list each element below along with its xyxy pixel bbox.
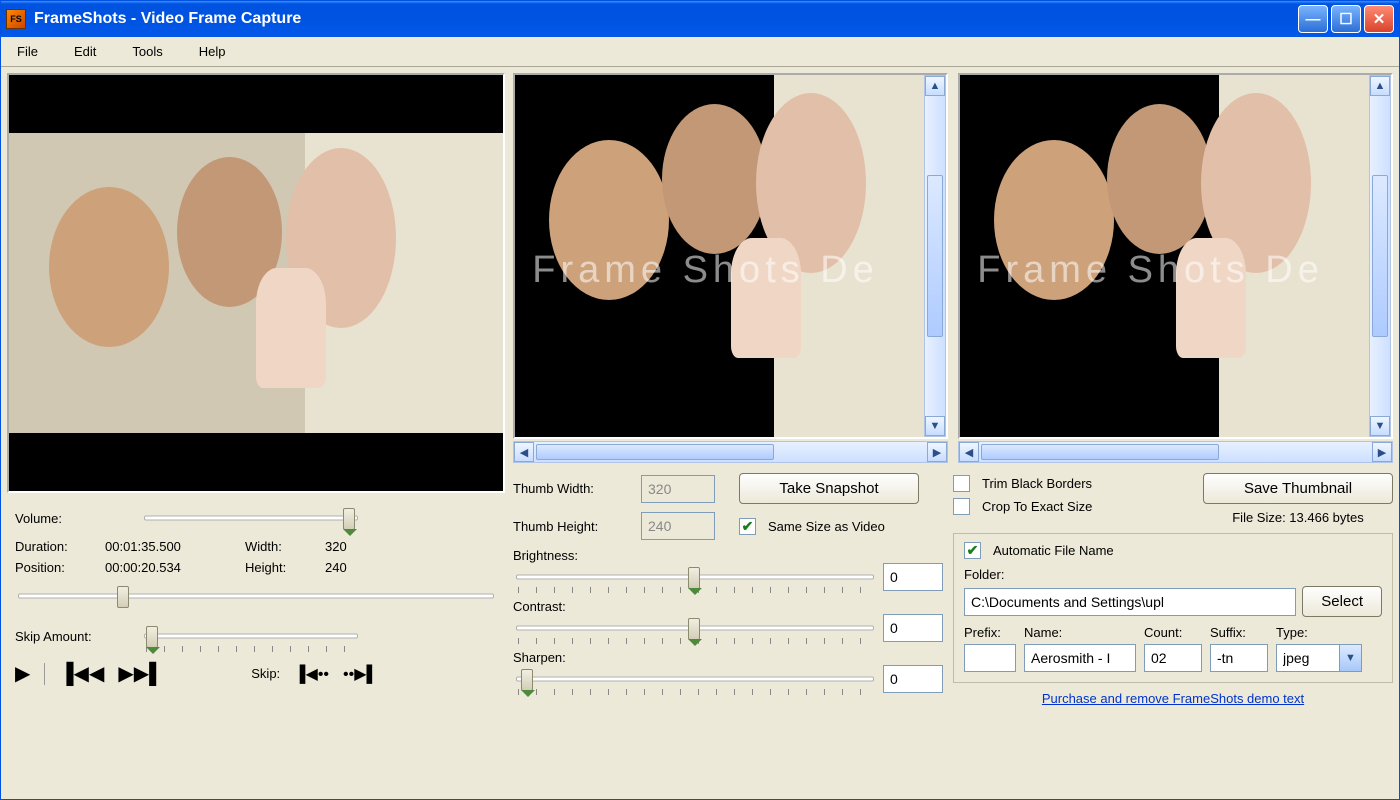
contrast-slider[interactable] [513, 615, 877, 641]
preview2-hscroll[interactable]: ◀ ▶ [958, 441, 1393, 463]
video-player[interactable] [7, 73, 505, 493]
preview-original[interactable]: Frame Shots De ▲ ▼ [513, 73, 948, 439]
thumb-height-input[interactable] [641, 512, 715, 540]
thumb-width-label: Thumb Width: [513, 481, 635, 496]
count-input[interactable] [1144, 644, 1202, 672]
prefix-input[interactable] [964, 644, 1016, 672]
skip-back-button[interactable]: ▐◀•• [294, 664, 329, 684]
name-input[interactable] [1024, 644, 1136, 672]
purchase-link[interactable]: Purchase and remove FrameShots demo text [1042, 691, 1304, 706]
folder-input[interactable] [964, 588, 1296, 616]
name-label: Name: [1024, 625, 1136, 640]
preview1-hscroll[interactable]: ◀ ▶ [513, 441, 948, 463]
preview2-vscroll[interactable]: ▲ ▼ [1369, 75, 1391, 437]
scroll-right-icon[interactable]: ▶ [927, 442, 947, 462]
brightness-label: Brightness: [513, 548, 943, 563]
position-value: 00:00:20.534 [105, 560, 245, 575]
suffix-label: Suffix: [1210, 625, 1268, 640]
next-button[interactable]: ▶▶▌ [118, 661, 163, 686]
window-title: FrameShots - Video Frame Capture [34, 10, 1298, 28]
sharpen-label: Sharpen: [513, 650, 943, 665]
sharpen-value[interactable] [883, 665, 943, 693]
scroll-right-icon[interactable]: ▶ [1372, 442, 1392, 462]
duration-value: 00:01:35.500 [105, 539, 245, 554]
menu-tools[interactable]: Tools [126, 40, 168, 63]
contrast-label: Contrast: [513, 599, 943, 614]
minimize-button[interactable]: — [1298, 5, 1328, 33]
position-slider[interactable] [15, 583, 497, 609]
duration-label: Duration: [15, 539, 105, 554]
menubar: File Edit Tools Help [1, 37, 1399, 67]
thumb-height-label: Thumb Height: [513, 519, 635, 534]
crop-exact-label: Crop To Exact Size [982, 499, 1092, 514]
skip-amount-slider[interactable] [141, 623, 361, 649]
scroll-down-icon[interactable]: ▼ [925, 416, 945, 436]
sharpen-slider[interactable] [513, 666, 877, 692]
width-label: Width: [245, 539, 325, 554]
app-icon: FS [6, 9, 26, 29]
prefix-label: Prefix: [964, 625, 1016, 640]
scroll-up-icon[interactable]: ▲ [1370, 76, 1390, 96]
type-select[interactable] [1276, 644, 1340, 672]
menu-edit[interactable]: Edit [68, 40, 102, 63]
watermark-text: Frame Shots De [532, 249, 879, 292]
take-snapshot-button[interactable]: Take Snapshot [739, 473, 919, 504]
close-button[interactable]: ✕ [1364, 5, 1394, 33]
skip-amount-label: Skip Amount: [15, 629, 135, 644]
width-value: 320 [325, 539, 395, 554]
brightness-value[interactable] [883, 563, 943, 591]
trim-borders-label: Trim Black Borders [982, 476, 1092, 491]
thumb-width-input[interactable] [641, 475, 715, 503]
chevron-down-icon[interactable]: ▼ [1340, 644, 1362, 672]
folder-label: Folder: [964, 567, 1382, 582]
scroll-left-icon[interactable]: ◀ [959, 442, 979, 462]
scroll-up-icon[interactable]: ▲ [925, 76, 945, 96]
select-folder-button[interactable]: Select [1302, 586, 1382, 617]
height-label: Height: [245, 560, 325, 575]
titlebar[interactable]: FS FrameShots - Video Frame Capture — ☐ … [1, 1, 1399, 37]
scroll-down-icon[interactable]: ▼ [1370, 416, 1390, 436]
count-label: Count: [1144, 625, 1202, 640]
skip-forward-button[interactable]: ••▶▌ [343, 664, 378, 684]
volume-label: Volume: [15, 511, 135, 526]
preview1-vscroll[interactable]: ▲ ▼ [924, 75, 946, 437]
maximize-button[interactable]: ☐ [1331, 5, 1361, 33]
skip-label: Skip: [251, 666, 280, 681]
volume-slider[interactable] [141, 505, 361, 531]
play-button[interactable]: ▶ [15, 661, 30, 686]
trim-borders-checkbox[interactable] [953, 475, 970, 492]
position-label: Position: [15, 560, 105, 575]
same-size-label: Same Size as Video [768, 519, 885, 534]
suffix-input[interactable] [1210, 644, 1268, 672]
menu-file[interactable]: File [11, 40, 44, 63]
file-size-label: File Size: 13.466 bytes [1232, 510, 1364, 525]
prev-button[interactable]: ▐◀◀ [59, 661, 104, 686]
watermark-text: Frame Shots De [977, 249, 1324, 292]
menu-help[interactable]: Help [193, 40, 232, 63]
save-thumbnail-button[interactable]: Save Thumbnail [1203, 473, 1393, 504]
auto-filename-label: Automatic File Name [993, 543, 1114, 558]
scroll-left-icon[interactable]: ◀ [514, 442, 534, 462]
height-value: 240 [325, 560, 395, 575]
brightness-slider[interactable] [513, 564, 877, 590]
crop-exact-checkbox[interactable] [953, 498, 970, 515]
same-size-checkbox[interactable]: ✔ [739, 518, 756, 535]
preview-processed[interactable]: Frame Shots De ▲ ▼ [958, 73, 1393, 439]
auto-filename-checkbox[interactable]: ✔ [964, 542, 981, 559]
type-label: Type: [1276, 625, 1362, 640]
contrast-value[interactable] [883, 614, 943, 642]
